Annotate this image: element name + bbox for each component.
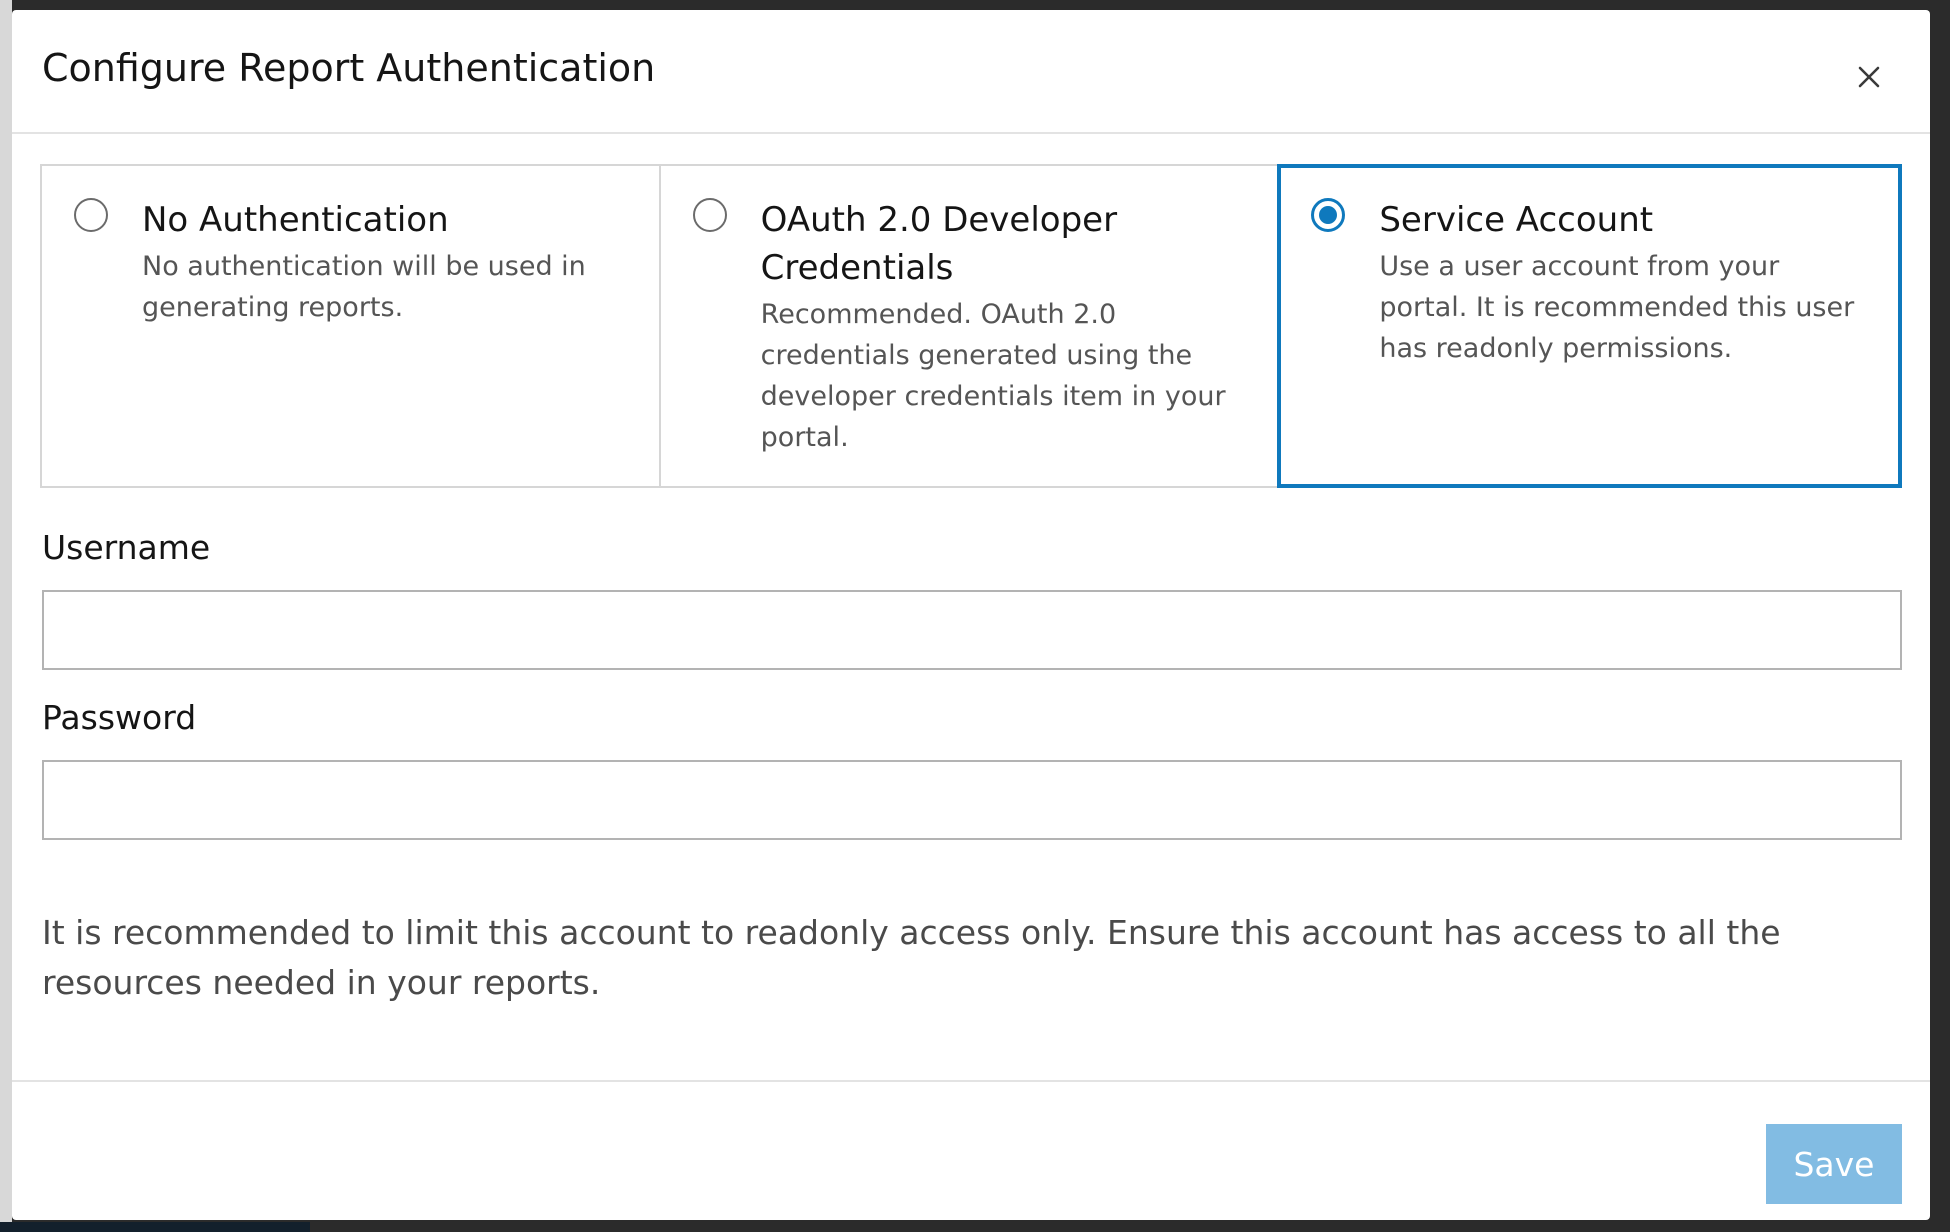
password-input[interactable] [42, 760, 1902, 840]
readonly-recommendation-note: It is recommended to limit this account … [42, 913, 1781, 1002]
auth-options-group: No Authentication No authentication will… [40, 164, 1903, 488]
username-input[interactable] [42, 590, 1902, 670]
option-title: OAuth 2.0 Developer Credentials [760, 200, 1118, 288]
configure-auth-dialog: Configure Report Authentication No Authe… [12, 10, 1930, 1220]
option-title: No Authentication [142, 200, 449, 240]
option-title: Service Account [1379, 200, 1654, 240]
option-description: No authentication will be used in genera… [142, 251, 586, 323]
option-oauth-developer-credentials[interactable]: OAuth 2.0 Developer Credentials Recommen… [658, 164, 1280, 488]
background-page-edge [0, 0, 12, 1232]
close-icon [1858, 66, 1880, 88]
save-button[interactable]: Save [1766, 1124, 1902, 1204]
option-text: OAuth 2.0 Developer Credentials Recommen… [761, 196, 1251, 458]
dialog-header: Configure Report Authentication [12, 10, 1930, 134]
option-text: No Authentication No authentication will… [142, 196, 632, 328]
option-text: Service Account Use a user account from … [1379, 196, 1869, 369]
radio-service-account[interactable] [1311, 198, 1346, 232]
radio-oauth-developer-credentials[interactable] [692, 198, 727, 232]
close-button[interactable] [1842, 50, 1896, 104]
option-description: Use a user account from your portal. It … [1379, 251, 1855, 364]
background-page-bar [0, 1222, 310, 1232]
dialog-footer: Save [12, 1080, 1930, 1220]
dialog-title: Configure Report Authentication [42, 46, 656, 90]
username-label: Username [42, 528, 211, 567]
option-description: Recommended. OAuth 2.0 credentials gener… [760, 299, 1226, 453]
radio-no-authentication[interactable] [74, 198, 108, 232]
option-service-account[interactable]: Service Account Use a user account from … [1277, 164, 1903, 488]
option-no-authentication[interactable]: No Authentication No authentication will… [40, 164, 661, 488]
password-label: Password [42, 698, 197, 737]
